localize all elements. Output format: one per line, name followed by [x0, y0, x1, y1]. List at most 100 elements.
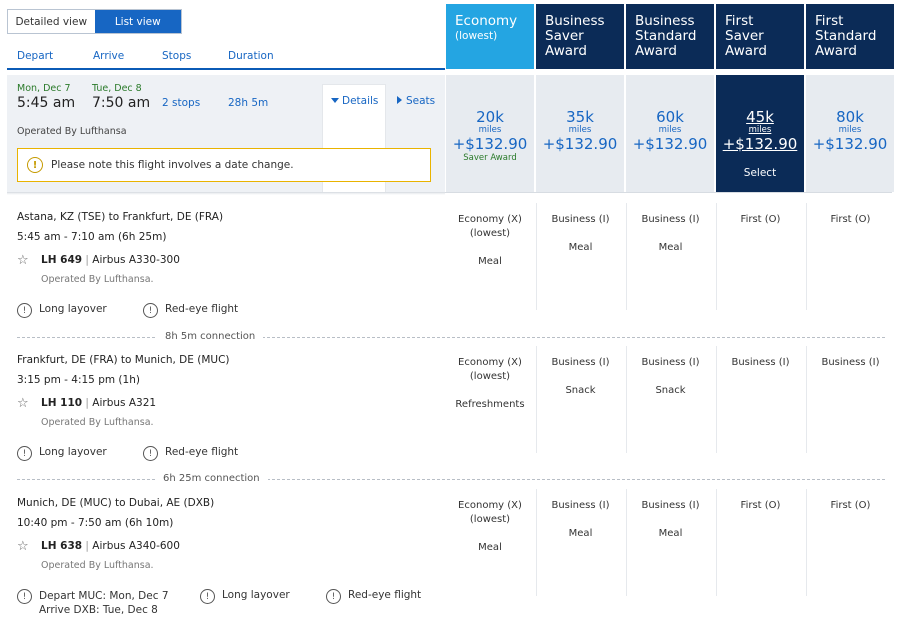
fare-cabin: First (O) — [830, 214, 871, 225]
sort-arrive[interactable]: Arrive — [93, 50, 124, 62]
seats-label: Seats — [406, 95, 436, 107]
segment-flight: LH 649 | Airbus A330-300 — [41, 254, 180, 266]
price-business-saver[interactable]: 35k miles +$132.90 — [536, 75, 624, 192]
fare-extra: (lowest) — [469, 228, 511, 239]
seats-link[interactable]: Seats — [397, 95, 435, 107]
duration: 28h 5m — [228, 97, 269, 109]
fare-meal: Meal — [568, 528, 593, 539]
fare-cabin: Business (I) — [731, 357, 790, 368]
note-text: Red-eye flight — [165, 446, 239, 458]
note-date-change: ! Depart MUC: Mon, Dec 7 Arrive DXB: Tue, … — [17, 589, 169, 617]
price-miles-label: miles — [478, 125, 502, 135]
date-change-notice: ! Please note this flight involves a dat… — [17, 148, 431, 182]
segment-fare: Business (I) — [716, 346, 804, 453]
segment-fare: First (O) — [716, 489, 804, 596]
fare-header-label: Business — [635, 13, 695, 29]
details-link[interactable]: Details — [331, 95, 378, 107]
fare-meal: Snack — [655, 385, 686, 396]
detailed-view-button[interactable]: Detailed view — [8, 10, 95, 33]
price-miles: 45k — [746, 108, 774, 126]
fare-cabin: Business (I) — [641, 214, 700, 225]
fare-cabin: Economy (X) — [458, 357, 522, 368]
price-miles-label: miles — [748, 125, 772, 135]
price-business-standard[interactable]: 60k miles +$132.90 — [626, 75, 714, 192]
segment-flight: LH 110 | Airbus A321 — [41, 397, 156, 409]
segment-operated: Operated By Lufthansa. — [41, 417, 154, 428]
fare-meal: Refreshments — [455, 399, 525, 410]
connection-divider: 6h 25m connection — [17, 473, 885, 485]
chevron-right-icon — [397, 96, 402, 104]
view-toggle: Detailed view List view — [7, 9, 182, 34]
sort-stops[interactable]: Stops — [162, 50, 191, 62]
segment-time: 5:45 am - 7:10 am (6h 25m) — [17, 231, 167, 243]
depart-time: 5:45 am — [17, 95, 76, 111]
segment-fare: Economy (X) (lowest) Meal — [446, 203, 534, 310]
segment-route: Frankfurt, DE (FRA) to Munich, DE (MUC) — [17, 354, 230, 366]
fare-meal: Meal — [568, 242, 593, 253]
segment-fare: Economy (X) (lowest) Refreshments — [446, 346, 534, 453]
fare-header-label: Standard — [635, 28, 697, 44]
fare-header-label: Award — [815, 43, 857, 59]
fare-header-label: First — [815, 13, 844, 29]
fare-header-label: Economy — [455, 13, 518, 29]
fare-cabin: Business (I) — [821, 357, 880, 368]
fare-cabin: First (O) — [740, 214, 781, 225]
note-red-eye: ! Red-eye flight — [143, 303, 238, 318]
star-icon[interactable]: ☆ — [17, 396, 29, 411]
fare-header-business-standard[interactable]: Business Standard Award — [626, 4, 714, 69]
fare-meal: Snack — [565, 385, 596, 396]
fare-header-first-saver[interactable]: First Saver Award — [716, 4, 804, 69]
stops-link[interactable]: 2 stops — [162, 97, 200, 109]
segment-operated: Operated By Lufthansa. — [41, 560, 154, 571]
separator: | — [85, 254, 89, 266]
price-tax: +$132.90 — [452, 135, 528, 153]
connection-divider: 8h 5m connection — [17, 331, 885, 343]
fare-header-business-saver[interactable]: Business Saver Award — [536, 4, 624, 69]
fare-meal: Meal — [658, 528, 683, 539]
operated-by: Operated By Lufthansa — [17, 126, 127, 137]
info-icon: ! — [200, 589, 215, 604]
segment-route: Munich, DE (MUC) to Dubai, AE (DXB) — [17, 497, 215, 509]
sort-duration[interactable]: Duration — [228, 50, 274, 62]
fare-header-economy[interactable]: Economy (lowest) — [446, 4, 534, 69]
fare-cabin: Business (I) — [551, 357, 610, 368]
star-icon[interactable]: ☆ — [17, 539, 29, 554]
note-long-layover: ! Long layover — [17, 303, 107, 318]
aircraft: Airbus A330-300 — [92, 254, 180, 266]
arrive-date: Tue, Dec 8 — [92, 83, 142, 94]
segment-fare: Business (I) Meal — [626, 203, 714, 310]
price-first-saver[interactable]: 45k miles +$132.90 Select — [716, 75, 804, 192]
fare-header-label: Saver — [545, 28, 584, 44]
chevron-down-icon — [331, 98, 339, 103]
price-economy[interactable]: 20k miles +$132.90 Saver Award — [446, 75, 534, 192]
saver-award-label: Saver Award — [463, 153, 517, 163]
warning-icon: ! — [27, 157, 43, 173]
fare-cabin: Business (I) — [551, 214, 610, 225]
fare-header-label: Award — [635, 43, 677, 59]
notice-text: Please note this flight involves a date … — [51, 159, 294, 171]
segment-fare: First (O) — [806, 489, 894, 596]
segment-fare: Economy (X) (lowest) Meal — [446, 489, 534, 596]
segment-operated: Operated By Lufthansa. — [41, 274, 154, 285]
fare-extra: (lowest) — [469, 371, 511, 382]
price-tax: +$132.90 — [812, 135, 888, 153]
note-text: Long layover — [39, 446, 107, 458]
fare-header-label: First Saver — [725, 13, 764, 44]
fare-meal: Meal — [658, 242, 683, 253]
price-miles: 35k — [566, 108, 594, 126]
price-tax: +$132.90 — [632, 135, 708, 153]
divider-line — [17, 337, 885, 338]
segment-flight: LH 638 | Airbus A340-600 — [41, 540, 180, 552]
select-button[interactable]: Select — [716, 167, 804, 179]
list-view-button[interactable]: List view — [94, 10, 181, 33]
fare-header-sublabel: (lowest) — [455, 30, 498, 42]
fare-cabin: Economy (X) — [458, 214, 522, 225]
fare-header-first-standard[interactable]: First Standard Award — [806, 4, 894, 69]
sort-depart[interactable]: Depart — [17, 50, 53, 62]
aircraft: Airbus A321 — [92, 397, 157, 409]
fare-header-label: Business — [545, 13, 605, 29]
price-tax: +$132.90 — [542, 135, 618, 153]
fare-cabin: First (O) — [740, 500, 781, 511]
price-first-standard[interactable]: 80k miles +$132.90 — [806, 75, 894, 192]
star-icon[interactable]: ☆ — [17, 253, 29, 268]
